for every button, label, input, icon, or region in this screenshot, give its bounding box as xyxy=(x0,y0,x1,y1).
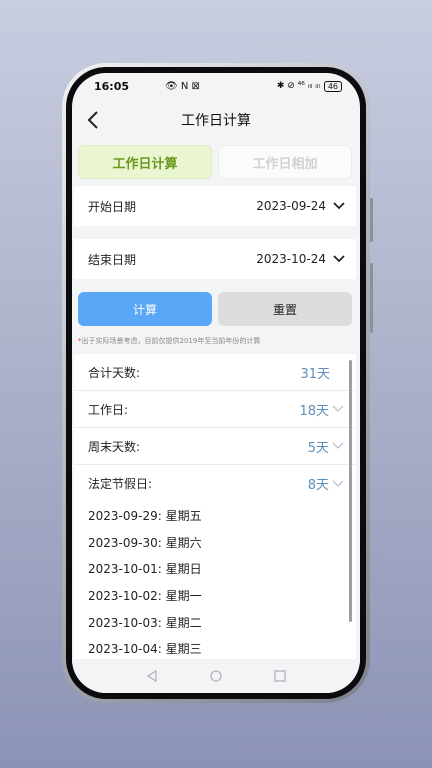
phone-frame: 16:05 👁 N ⊠ ✱ ⊘ ⁴⁶ ᵢₗₗ ᵢₗₗ 46 工作日计算 工作日计… xyxy=(62,63,373,703)
chevron-down-icon xyxy=(332,480,344,487)
chevron-down-icon xyxy=(332,442,344,449)
calc-note: *出于实际场景考虑，目前仅提供2019年至当前年份的计算 xyxy=(78,336,260,346)
end-date-select[interactable]: 2023-10-24 xyxy=(256,252,346,266)
holiday-item: 2023-10-01: 星期日 xyxy=(88,562,202,577)
nav-home-icon[interactable] xyxy=(209,669,223,683)
start-date-row[interactable]: 开始日期 2023-09-24 xyxy=(74,186,356,226)
start-date-label: 开始日期 xyxy=(88,199,137,214)
start-date-value: 2023-09-24 xyxy=(256,199,326,213)
result-total-row: 合计天数: 31天 xyxy=(74,354,356,391)
tab-workday-calc[interactable]: 工作日计算 xyxy=(78,145,212,179)
end-date-value: 2023-10-24 xyxy=(256,252,326,266)
start-date-select[interactable]: 2023-09-24 xyxy=(256,199,346,213)
screen: 16:05 👁 N ⊠ ✱ ⊘ ⁴⁶ ᵢₗₗ ᵢₗₗ 46 工作日计算 工作日计… xyxy=(72,73,360,693)
chevron-down-icon xyxy=(333,255,345,263)
workdays-value: 18天 xyxy=(299,403,329,419)
power-button xyxy=(370,198,373,242)
holiday-item: 2023-10-02: 星期一 xyxy=(88,588,202,603)
workdays-label: 工作日: xyxy=(88,402,129,417)
holidays-value-group: 8天 xyxy=(308,474,344,493)
holidays-value: 8天 xyxy=(307,478,329,493)
holiday-item: 2023-10-03: 星期二 xyxy=(88,615,202,630)
result-holidays-row[interactable]: 法定节假日: 8天 xyxy=(74,465,356,502)
result-workdays-row[interactable]: 工作日: 18天 xyxy=(74,391,356,428)
action-buttons: 计算 重置 xyxy=(78,292,352,326)
workdays-value-group: 18天 xyxy=(299,400,344,419)
weekends-value: 5天 xyxy=(307,440,329,456)
status-right-icons: ✱ ⊘ ⁴⁶ ᵢₗₗ ᵢₗₗ 46 xyxy=(276,80,342,92)
end-date-row[interactable]: 结束日期 2023-10-24 xyxy=(74,239,356,279)
total-label: 合计天数: xyxy=(88,365,141,380)
status-bar: 16:05 👁 N ⊠ ✱ ⊘ ⁴⁶ ᵢₗₗ ᵢₗₗ 46 xyxy=(72,73,360,99)
volume-button xyxy=(370,263,373,333)
nav-back-icon[interactable] xyxy=(145,669,159,683)
holidays-label: 法定节假日: xyxy=(88,477,153,491)
nav-recents-icon[interactable] xyxy=(273,669,287,683)
chevron-left-icon xyxy=(87,111,98,129)
scrollbar[interactable] xyxy=(349,360,352,622)
signal-icons: ✱ ⊘ ⁴⁶ ᵢₗₗ ᵢₗₗ xyxy=(276,81,320,91)
holiday-item: 2023-09-30: 星期六 xyxy=(88,535,202,550)
phone-bezel: 16:05 👁 N ⊠ ✱ ⊘ ⁴⁶ ᵢₗₗ ᵢₗₗ 46 工作日计算 工作日计… xyxy=(66,67,366,699)
note-text: 出于实际场景考虑，目前仅提供2019年至当前年份的计算 xyxy=(81,337,261,345)
tab-workday-add[interactable]: 工作日相加 xyxy=(218,145,352,179)
total-value: 31天 xyxy=(300,366,330,382)
calculate-button[interactable]: 计算 xyxy=(78,292,212,326)
status-left-icons: 👁 N ⊠ xyxy=(165,80,200,92)
chevron-down-icon xyxy=(333,202,345,210)
weekends-value-group: 5天 xyxy=(308,437,344,456)
page-title: 工作日计算 xyxy=(181,113,251,129)
result-weekends-row[interactable]: 周末天数: 5天 xyxy=(74,428,356,465)
mode-tabs: 工作日计算 工作日相加 xyxy=(78,145,352,179)
chevron-down-icon xyxy=(332,405,344,412)
weekends-label: 周末天数: xyxy=(88,439,141,454)
holiday-item: 2023-09-29: 星期五 xyxy=(88,508,202,523)
nav-bar: 工作日计算 xyxy=(72,99,360,141)
back-button[interactable] xyxy=(84,109,104,131)
battery-icon: 46 xyxy=(323,80,342,92)
end-date-label: 结束日期 xyxy=(88,252,137,267)
reset-button[interactable]: 重置 xyxy=(218,292,352,326)
status-time: 16:05 xyxy=(94,79,130,93)
system-nav-bar xyxy=(72,659,360,693)
result-panel: 合计天数: 31天 工作日: 18天 周末天数: 5天 法定节假日: 8天 20… xyxy=(74,354,356,670)
